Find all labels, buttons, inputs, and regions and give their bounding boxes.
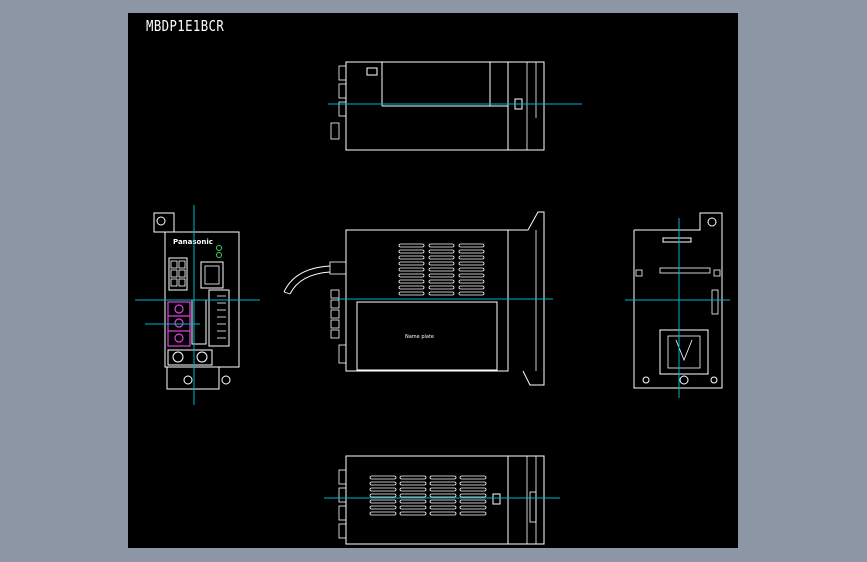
top-view	[328, 61, 582, 151]
cad-drawing: Panasonic Name plate	[135, 61, 730, 545]
side-connector-pins	[330, 289, 347, 364]
brand-logo: Panasonic	[173, 238, 213, 246]
rear-view	[625, 212, 730, 398]
bottom-vent-slots	[369, 475, 487, 516]
front-view: Panasonic	[135, 205, 260, 405]
bottom-view	[324, 455, 560, 545]
vent-slots	[398, 243, 485, 296]
name-plate-label: Name plate	[405, 334, 434, 340]
side-view: Name plate	[283, 211, 553, 386]
